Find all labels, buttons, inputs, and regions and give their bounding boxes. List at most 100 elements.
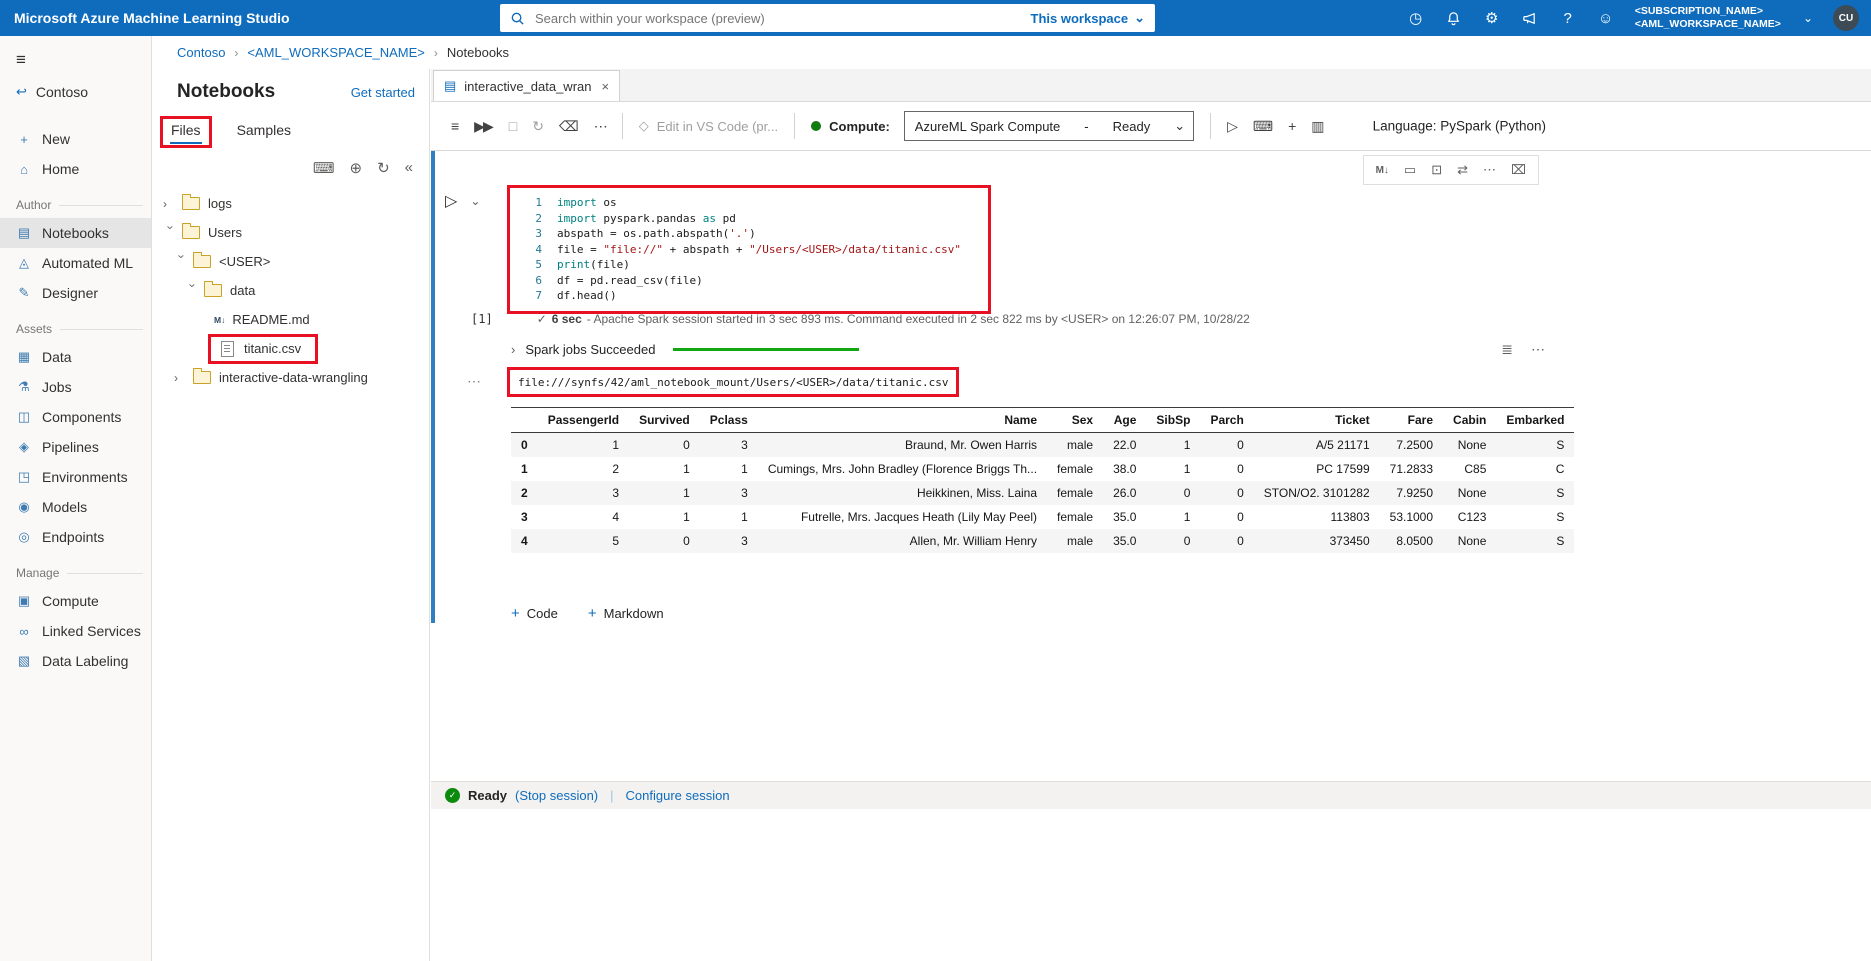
cell: 3 xyxy=(700,529,758,553)
subscription-selector[interactable]: <SUBSCRIPTION_NAME> <AML_WORKSPACE_NAME> xyxy=(1635,5,1781,31)
notifications-icon[interactable] xyxy=(1445,11,1463,26)
stop-session-link[interactable]: (Stop session) xyxy=(515,788,598,803)
cell-more-icon[interactable]: ⋯ xyxy=(1483,162,1496,178)
smiley-icon[interactable]: ☺ xyxy=(1597,11,1615,26)
sidebar-item-home[interactable]: ⌂Home xyxy=(0,154,151,184)
sidebar-item-endpoints[interactable]: ◎Endpoints xyxy=(0,522,151,552)
chevron-expanded-icon[interactable]: › xyxy=(186,283,200,298)
sidebar-item-new[interactable]: +New xyxy=(0,124,151,154)
cell: STON/O2. 3101282 xyxy=(1254,481,1380,505)
output-more-icon[interactable]: ⋯ xyxy=(467,373,481,390)
linked-services-icon: ∞ xyxy=(16,624,32,639)
session-ready-icon: ✓ xyxy=(445,788,460,803)
delete-cell-icon[interactable]: ⌧ xyxy=(1511,162,1526,178)
spark-more-icon[interactable]: ⋯ xyxy=(1531,341,1545,358)
get-started-link[interactable]: Get started xyxy=(351,85,415,100)
sidebar-item-designer[interactable]: ✎Designer xyxy=(0,278,151,308)
search-input[interactable] xyxy=(533,10,1023,27)
run-all-icon[interactable]: ▶▶ xyxy=(474,118,492,135)
workspace-switcher[interactable]: ↩ Contoso xyxy=(0,72,151,102)
run-options-chevron[interactable]: ⌄ xyxy=(470,194,480,208)
sidebar-item-data[interactable]: ▦Data xyxy=(0,342,151,372)
refresh-icon[interactable]: ↻ xyxy=(377,159,390,177)
sidebar-item-automated-ml[interactable]: ◬Automated ML xyxy=(0,248,151,278)
move-cell-icon[interactable]: ⇄ xyxy=(1457,162,1468,178)
sidebar-item-components[interactable]: ◫Components xyxy=(0,402,151,432)
restart-kernel-icon[interactable]: ↻ xyxy=(532,118,542,135)
cell: 2 xyxy=(538,457,629,481)
terminal-window-icon[interactable]: ⌨ xyxy=(1253,118,1271,135)
chevron-expanded-icon[interactable]: › xyxy=(175,254,189,269)
tree-item-user[interactable]: ›<USER> xyxy=(153,247,429,276)
notebook-tabbar: ▤ interactive_data_wran × xyxy=(431,69,1871,101)
cell: Allen, Mr. William Henry xyxy=(758,529,1047,553)
compute-selector[interactable]: AzureML Spark Compute - Ready ⌄ xyxy=(904,111,1194,141)
focus-cell-icon[interactable]: ▭ xyxy=(1404,162,1416,178)
spark-expand-chevron[interactable]: › xyxy=(511,342,515,357)
breadcrumb-workspace[interactable]: Contoso xyxy=(177,45,225,60)
notebook-scrollbar[interactable] xyxy=(431,151,435,623)
clock-icon[interactable]: ◷ xyxy=(1407,11,1425,26)
settings-icon[interactable]: ⚙ xyxy=(1483,11,1501,26)
tree-item-interactive-data-wrangling[interactable]: ›interactive-data-wrangling xyxy=(153,363,429,392)
code-editor[interactable]: 1import os2import pyspark.pandas as pd3a… xyxy=(510,195,988,304)
tab-interactive-data-wrangling[interactable]: ▤ interactive_data_wran × xyxy=(433,70,620,101)
add-markdown-button[interactable]: + Markdown xyxy=(588,605,664,622)
sidebar-item-compute[interactable]: ▣Compute xyxy=(0,586,151,616)
tree-item-data[interactable]: ›data xyxy=(153,276,429,305)
open-terminal-icon[interactable]: ⌨ xyxy=(313,159,335,177)
tab-samples[interactable]: Samples xyxy=(229,119,299,145)
compute-status: Ready xyxy=(1113,119,1151,134)
add-cell-icon[interactable]: + xyxy=(1288,118,1294,134)
cell: 0 xyxy=(1200,457,1253,481)
tree-item-users[interactable]: ›Users xyxy=(153,218,429,247)
edit-vscode-button[interactable]: ◇ Edit in VS Code (pr... xyxy=(639,118,778,134)
sidebar-item-pipelines[interactable]: ◈Pipelines xyxy=(0,432,151,462)
clear-outputs-icon[interactable]: ⌫ xyxy=(559,118,577,135)
chevron-expanded-icon[interactable]: › xyxy=(164,225,178,240)
avatar[interactable]: CU xyxy=(1833,5,1859,31)
chevron-collapsed-icon[interactable]: › xyxy=(174,371,189,385)
help-icon[interactable]: ? xyxy=(1559,11,1577,26)
comment-icon[interactable]: ⊡ xyxy=(1431,162,1442,178)
run-cell-icon[interactable]: ▷ xyxy=(1227,118,1236,135)
hamburger-menu-icon[interactable]: ≡ xyxy=(0,36,151,72)
run-cell-button[interactable]: ▷ xyxy=(445,191,457,211)
tab-files[interactable]: Files xyxy=(163,119,209,145)
sidebar-item-linked-services[interactable]: ∞Linked Services xyxy=(0,616,151,646)
feedback-icon[interactable] xyxy=(1521,11,1539,26)
sidebar-item-models[interactable]: ◉Models xyxy=(0,492,151,522)
stop-icon[interactable]: □ xyxy=(509,118,515,134)
sidebar-item-notebooks[interactable]: ▤Notebooks xyxy=(0,218,151,248)
components-icon: ◫ xyxy=(16,409,32,425)
more-toolbar-icon[interactable]: ⋯ xyxy=(594,118,606,135)
add-files-icon[interactable]: ⊕ xyxy=(350,159,363,177)
table-row: 2313Heikkinen, Miss. Lainafemale26.000ST… xyxy=(511,481,1574,505)
cell-outline-icon[interactable]: ≡ xyxy=(451,118,457,134)
configure-session-link[interactable]: Configure session xyxy=(626,788,730,803)
job-list-icon[interactable]: ≣ xyxy=(1501,341,1513,358)
chevron-collapsed-icon[interactable]: › xyxy=(163,197,178,211)
search-scope-dropdown[interactable]: This workspace ⌄ xyxy=(1031,10,1145,26)
sidebar-item-jobs[interactable]: ⚗Jobs xyxy=(0,372,151,402)
checkpoint-icon[interactable]: ▥ xyxy=(1311,118,1322,135)
sidebar-item-data-labeling[interactable]: ▧Data Labeling xyxy=(0,646,151,676)
tree-item-readme-md[interactable]: M↓README.md xyxy=(153,305,429,334)
close-tab-icon[interactable]: × xyxy=(602,79,610,94)
data-labeling-icon: ▧ xyxy=(16,653,32,669)
tree-item-logs[interactable]: ›logs xyxy=(153,189,429,218)
spark-jobs-label: Spark jobs Succeeded xyxy=(525,342,655,357)
chevron-down-icon[interactable]: ⌄ xyxy=(1803,11,1813,25)
folder-icon xyxy=(182,197,200,210)
collapse-panel-icon[interactable]: « xyxy=(405,159,413,177)
table-row: 0103Braund, Mr. Owen Harrismale22.010A/5… xyxy=(511,433,1574,458)
cell: 0 xyxy=(1200,529,1253,553)
search-icon xyxy=(510,11,525,26)
cell: 0 xyxy=(1200,433,1253,458)
tree-item-titanic-csv[interactable]: titanic.csv xyxy=(153,334,429,363)
sidebar-item-environments[interactable]: ◳Environments xyxy=(0,462,151,492)
workspace-search[interactable]: This workspace ⌄ xyxy=(500,4,1155,32)
add-code-button[interactable]: + Code xyxy=(511,605,558,622)
breadcrumb-aml-workspace[interactable]: <AML_WORKSPACE_NAME> xyxy=(247,45,424,60)
markdown-convert-icon[interactable]: M↓ xyxy=(1376,165,1389,176)
